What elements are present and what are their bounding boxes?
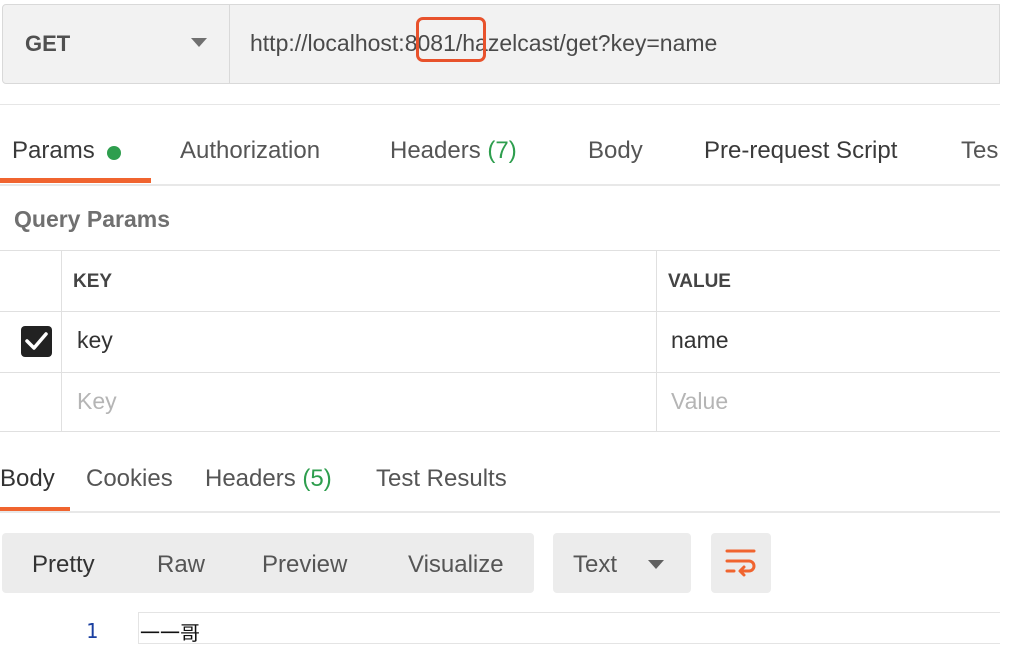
param-key-cell[interactable]: key [77, 327, 113, 354]
table-row-divider [0, 311, 1000, 312]
line-number: 1 [86, 619, 99, 643]
chevron-down-icon [648, 560, 664, 569]
response-tab-cookies[interactable]: Cookies [86, 465, 173, 493]
response-tabs-divider [0, 511, 1000, 513]
column-header-value: VALUE [668, 271, 731, 292]
view-preview-button[interactable]: Preview [262, 551, 347, 579]
response-body-line: 一一哥 [140, 621, 200, 645]
response-tab-test-results[interactable]: Test Results [376, 465, 507, 493]
tab-prerequest-script[interactable]: Pre-request Script [704, 137, 897, 165]
format-label: Text [573, 551, 618, 578]
tab-params[interactable]: Params [12, 137, 95, 165]
tab-tests[interactable]: Tes [961, 137, 998, 165]
request-bar: GET http://localhost:8081/hazelcast/get?… [0, 4, 1000, 84]
response-tab-headers-count: (5) [302, 465, 332, 492]
tab-params-underline [0, 178, 151, 183]
view-visualize-button[interactable]: Visualize [408, 551, 504, 579]
response-body-editor[interactable] [138, 612, 1000, 644]
chevron-down-icon [191, 38, 207, 47]
divider [0, 104, 1000, 105]
param-value-cell[interactable]: name [671, 327, 729, 354]
checkbox-checked-icon[interactable] [21, 326, 52, 357]
tab-params-label: Params [12, 137, 95, 164]
query-params-table [0, 250, 1000, 432]
tab-headers-label: Headers [390, 137, 481, 164]
wrap-lines-button[interactable] [711, 533, 771, 593]
response-tab-body[interactable]: Body [0, 465, 55, 493]
table-col-divider [656, 250, 657, 432]
tab-authorization[interactable]: Authorization [180, 137, 320, 165]
table-row-divider [0, 372, 1000, 373]
response-tab-headers-label: Headers [205, 465, 296, 492]
method-select[interactable]: GET [2, 4, 230, 84]
tabs-divider [0, 184, 1000, 186]
tab-headers-count: (7) [487, 137, 517, 164]
new-key-field[interactable]: Key [77, 388, 117, 415]
new-value-field[interactable]: Value [671, 388, 728, 415]
wrap-lines-icon [725, 549, 756, 577]
port-highlight-box [416, 17, 486, 62]
query-params-title: Query Params [14, 206, 170, 232]
tab-headers[interactable]: Headers (7) [390, 137, 517, 165]
view-raw-button[interactable]: Raw [157, 551, 205, 579]
params-active-dot-icon [107, 146, 121, 160]
method-label: GET [25, 31, 71, 56]
table-col-divider [61, 250, 62, 432]
url-input[interactable]: http://localhost:8081/hazelcast/get?key=… [230, 4, 1000, 84]
response-tab-headers[interactable]: Headers (5) [205, 465, 332, 493]
tab-body[interactable]: Body [588, 137, 643, 165]
view-pretty-button[interactable]: Pretty [32, 551, 95, 579]
column-header-key: KEY [73, 271, 113, 292]
